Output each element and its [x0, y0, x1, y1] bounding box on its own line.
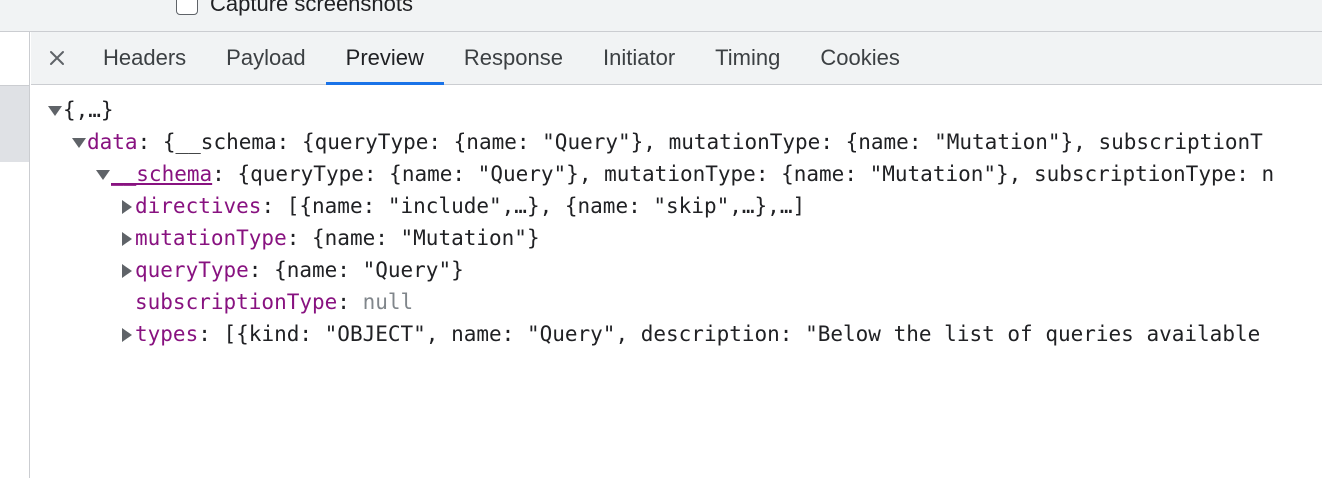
tree-row-schema[interactable]: __schema: {queryType: {name: "Query"}, m…: [93, 158, 1274, 190]
tree-key-subscriptiontype: subscriptionType: [135, 290, 338, 314]
capture-screenshots-label: Capture screenshots: [210, 0, 413, 16]
tree-row-root[interactable]: {,…}: [45, 94, 114, 126]
collapse-triangle-icon[interactable]: [117, 254, 135, 286]
tree-key-types: types: [135, 322, 199, 346]
tab-preview[interactable]: Preview: [325, 32, 445, 85]
close-panel-button[interactable]: [31, 32, 83, 84]
tab-headers[interactable]: Headers: [83, 32, 206, 84]
tree-key-querytype: queryType: [135, 258, 249, 282]
tree-key-mutationtype: mutationType: [135, 226, 287, 250]
tab-timing[interactable]: Timing: [695, 32, 800, 84]
tree-value-querytype: {name: "Query"}: [274, 258, 464, 282]
tab-response[interactable]: Response: [444, 32, 583, 84]
capture-screenshots-option[interactable]: Capture screenshots: [176, 0, 413, 18]
tree-key-directives: directives: [135, 194, 262, 218]
tree-value-types: [{kind: "OBJECT", name: "Query", descrip…: [223, 322, 1261, 346]
tree-key-data: data: [87, 130, 138, 154]
tree-row-types[interactable]: types: [{kind: "OBJECT", name: "Query", …: [117, 318, 1260, 350]
tab-payload[interactable]: Payload: [206, 32, 326, 84]
tree-row-querytype[interactable]: queryType: {name: "Query"}: [117, 254, 464, 286]
tree-value-mutationtype: {name: "Mutation"}: [312, 226, 540, 250]
expand-triangle-icon[interactable]: [93, 158, 111, 190]
tree-key-schema: __schema: [111, 162, 213, 186]
collapse-triangle-icon[interactable]: [117, 222, 135, 254]
top-toolbar: Capture screenshots: [0, 0, 1322, 32]
expand-triangle-icon[interactable]: [69, 126, 87, 158]
expand-triangle-icon[interactable]: [45, 94, 63, 126]
json-preview-panel: {,…} data: {__schema: {queryType: {name:…: [31, 86, 1322, 478]
tree-row-data[interactable]: data: {__schema: {queryType: {name: "Que…: [69, 126, 1263, 158]
tree-value-subscriptiontype: null: [362, 290, 414, 314]
tree-value-schema: {queryType: {name: "Query"}, mutationTyp…: [237, 162, 1275, 186]
close-icon: [50, 51, 64, 65]
details-tabbar: Headers Payload Preview Response Initiat…: [31, 32, 1322, 85]
tree-value-directives: [{name: "include",…}, {name: "skip",…},……: [286, 194, 806, 218]
tree-value-data: {__schema: {queryType: {name: "Query"}, …: [162, 130, 1263, 154]
capture-screenshots-checkbox[interactable]: [176, 0, 198, 15]
tree-row-directives[interactable]: directives: [{name: "include",…}, {name:…: [117, 190, 805, 222]
tab-cookies[interactable]: Cookies: [800, 32, 919, 84]
collapse-triangle-icon[interactable]: [117, 190, 135, 222]
request-list-strip: [0, 32, 30, 478]
collapse-triangle-icon[interactable]: [117, 318, 135, 350]
selected-request-row[interactable]: [0, 86, 29, 162]
root-summary: {,…}: [63, 98, 114, 122]
tree-row-mutationtype[interactable]: mutationType: {name: "Mutation"}: [117, 222, 540, 254]
tree-row-subscriptiontype: subscriptionType: null: [117, 286, 413, 318]
tab-initiator[interactable]: Initiator: [583, 32, 695, 84]
